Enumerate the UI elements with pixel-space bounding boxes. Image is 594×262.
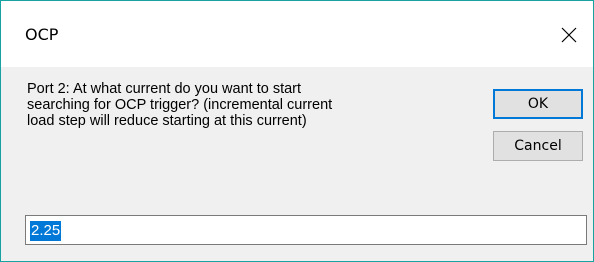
dialog-title: OCP [25,25,59,44]
cancel-button[interactable]: Cancel [493,131,583,161]
close-button[interactable] [547,15,593,55]
current-input[interactable]: 2.25 [25,215,587,245]
close-icon [561,27,577,43]
ok-button[interactable]: OK [493,89,583,119]
dialog-body: Port 2: At what current do you want to s… [1,67,593,261]
ocp-dialog: OCP Port 2: At what current do you want … [0,0,594,262]
title-bar[interactable]: OCP [1,1,593,67]
prompt-text: Port 2: At what current do you want to s… [27,81,333,129]
current-input-value: 2.25 [30,221,62,241]
